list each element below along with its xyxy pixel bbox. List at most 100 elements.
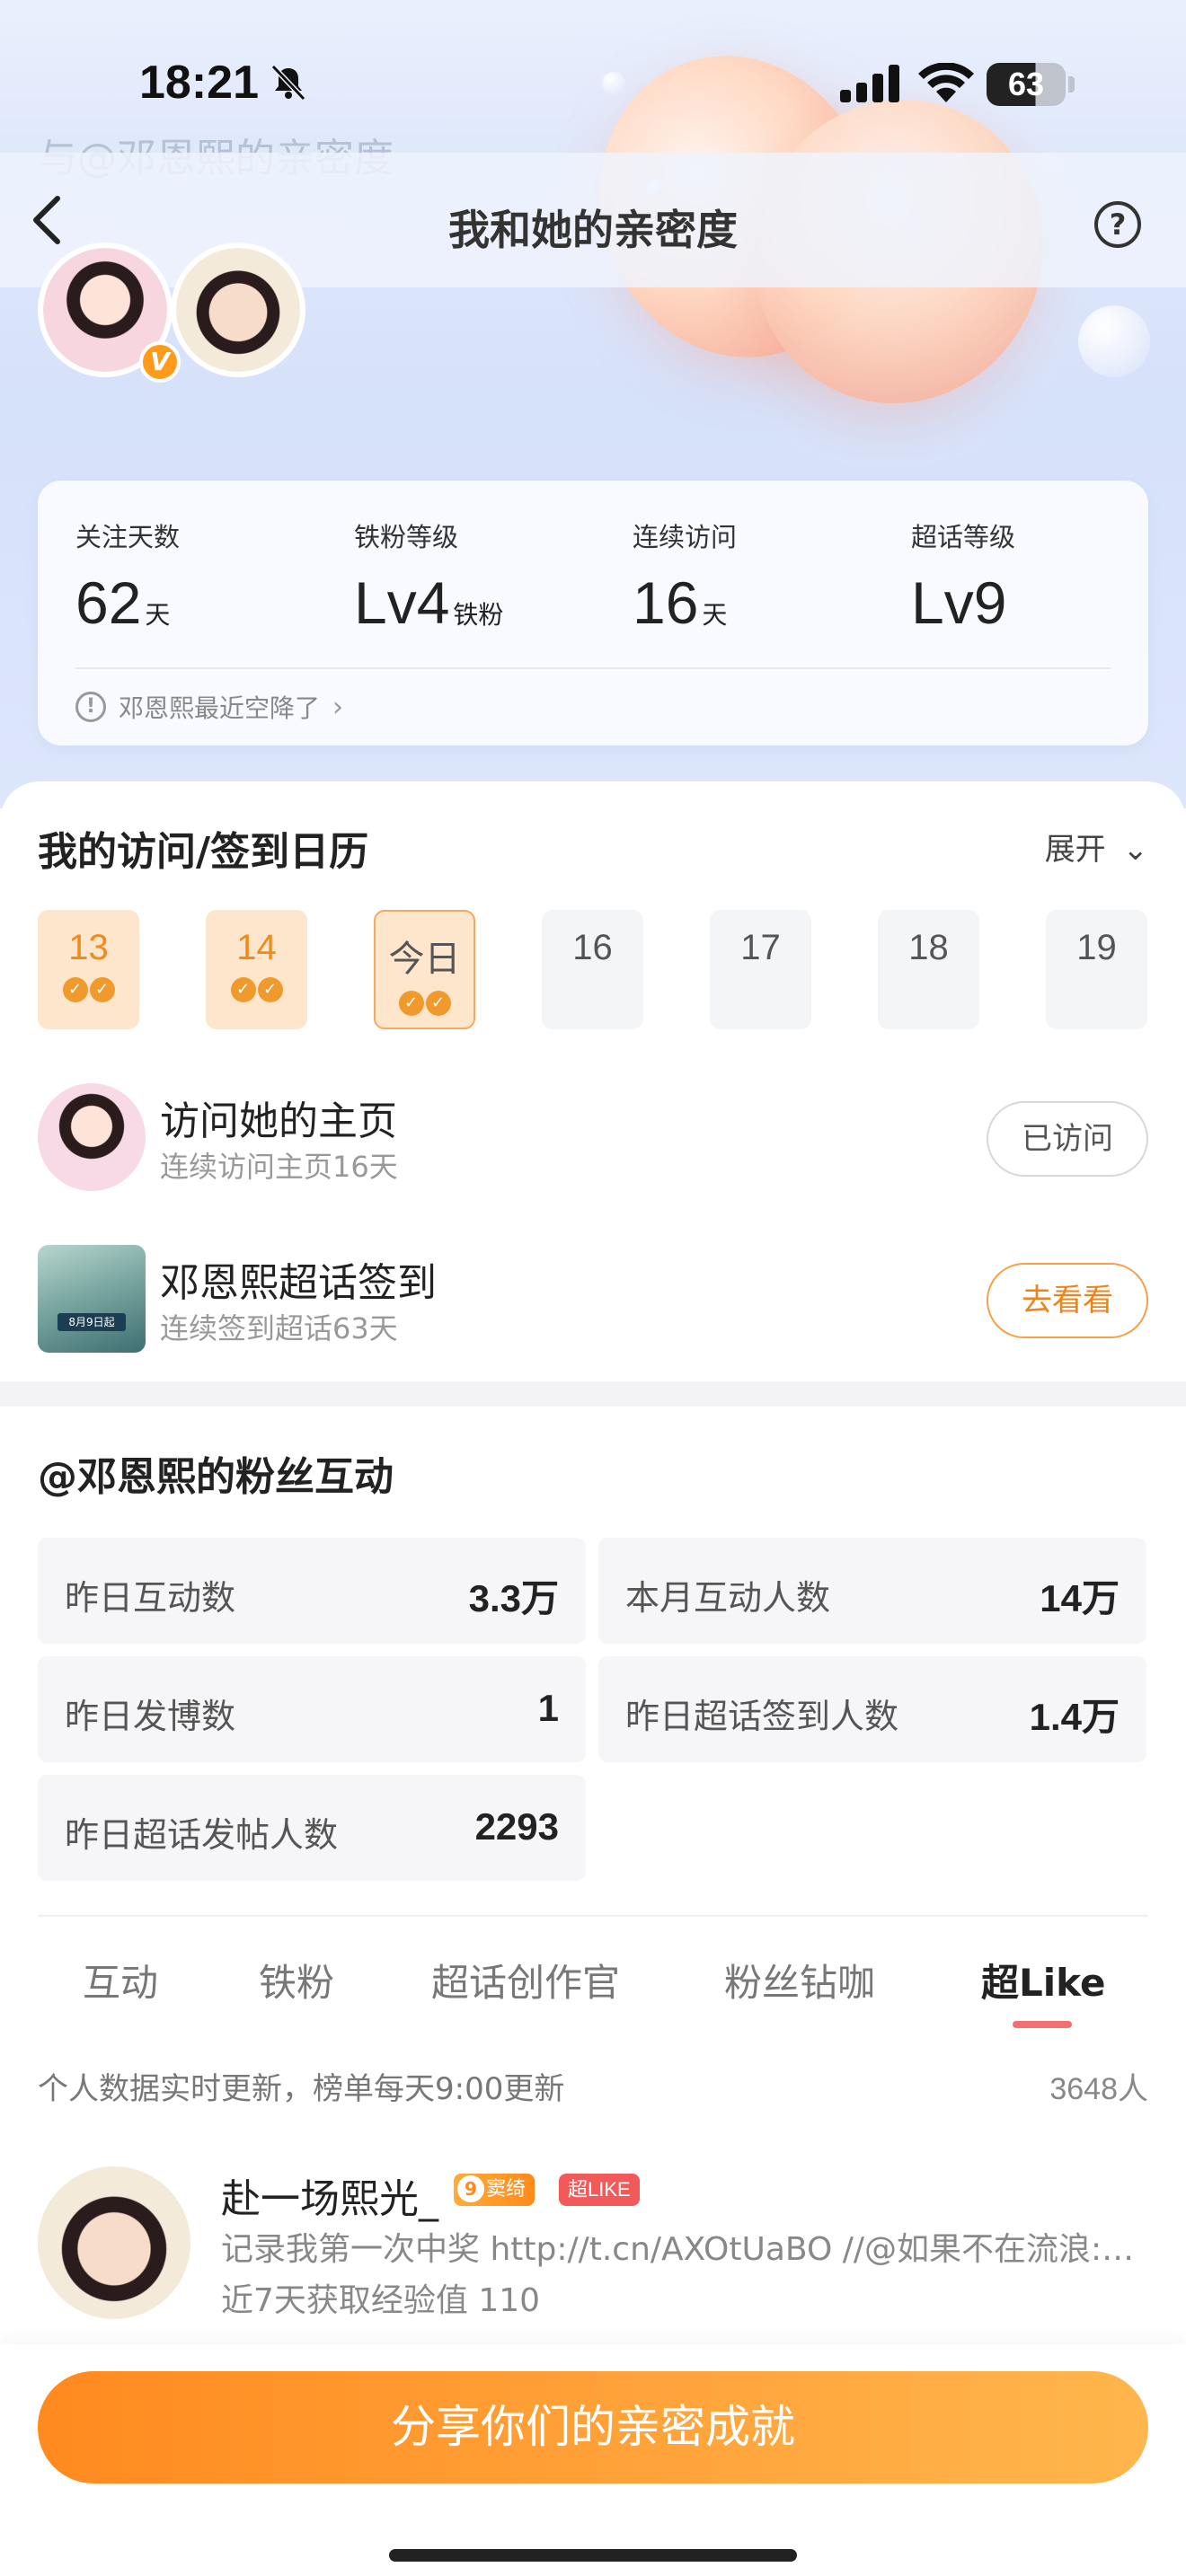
task-subtitle: 连续签到超话63天 (160, 1311, 398, 1345)
metric-yesterday-topic-posters: 昨日超话发帖人数 2293 (38, 1775, 586, 1881)
tab-interaction[interactable]: 互动 (83, 1953, 158, 2007)
interaction-title: @邓恩熙的粉丝互动 (38, 1454, 394, 1500)
stat-label: 关注天数 (75, 522, 181, 552)
nav-bar: 我和她的亲密度 ? (0, 153, 1186, 287)
metric-value: 14万 (1040, 1577, 1120, 1619)
day-label: 16 (572, 928, 613, 967)
task-title: 邓恩熙超话签到 (160, 1260, 437, 1306)
help-icon[interactable]: ? (1094, 201, 1141, 248)
visited-check-icon: ✓ (398, 991, 424, 1016)
ranking-count: 3648人 (1049, 2072, 1148, 2106)
recent-activity-link[interactable]: ! 邓恩熙最近空降了 › (75, 689, 343, 725)
calendar-day[interactable]: 18 (878, 910, 979, 1029)
metric-value: 3.3万 (468, 1577, 559, 1619)
calendar-day-today[interactable]: 今日 ✓ ✓ (374, 910, 475, 1029)
expand-label: 展开 (1044, 832, 1106, 868)
day-label: 今日 (388, 940, 461, 979)
metric-label: 昨日超话签到人数 (625, 1697, 899, 1736)
divider (38, 1915, 1148, 1917)
calendar-day[interactable]: 17 (710, 910, 811, 1029)
metric-yesterday-interactions: 昨日互动数 3.3万 (38, 1538, 586, 1644)
day-label: 14 (236, 928, 277, 967)
stat-value: Lv9 (911, 569, 1007, 636)
tab-topic-creator[interactable]: 超话创作官 (431, 1953, 620, 2007)
stat-unit: 天 (145, 601, 171, 629)
section-separator (0, 1381, 1186, 1407)
metric-label: 昨日超话发帖人数 (65, 1815, 339, 1855)
calendar-day[interactable]: 19 (1046, 910, 1147, 1029)
ranking-note: 个人数据实时更新，榜单每天9:00更新 (38, 2071, 565, 2107)
super-like-badge: 超LIKE (559, 2174, 640, 2206)
stat-label: 超话等级 (911, 522, 1016, 552)
tab-iron-fans[interactable]: 铁粉 (259, 1953, 334, 2007)
fan-message[interactable]: 记录我第一次中奖 http://t.cn/AXOtUaBO //@如果不在流浪:… (221, 2223, 1146, 2270)
go-see-button[interactable]: 去看看 (987, 1263, 1148, 1338)
divider (75, 667, 1111, 669)
visited-check-icon: ✓ (230, 977, 256, 1002)
metric-label: 本月互动人数 (625, 1578, 831, 1618)
info-icon: ! (75, 692, 106, 722)
task-supertopic-checkin: 8月9日起 邓恩熙超话签到 连续签到超话63天 去看看 (38, 1239, 1148, 1356)
level-number: 9 (457, 2175, 484, 2202)
metric-value: 1.4万 (1029, 1696, 1120, 1738)
active-tab-indicator (1013, 2021, 1072, 2028)
task-title: 访问她的主页 (160, 1098, 397, 1144)
metric-yesterday-checkins: 昨日超话签到人数 1.4万 (598, 1656, 1146, 1762)
expand-button[interactable]: 展开 ⌄ (1045, 825, 1148, 869)
metric-label: 昨日互动数 (65, 1578, 236, 1618)
fan-name[interactable]: 赴一场熙光_ (221, 2166, 438, 2224)
day-label: 17 (740, 928, 781, 967)
visited-button[interactable]: 已访问 (987, 1101, 1148, 1177)
stat-follow-days: 关注天数 62 天 (75, 516, 180, 637)
wifi-icon (918, 63, 974, 102)
fan-experience: 近7天获取经验值 110 (221, 2282, 541, 2319)
day-label: 19 (1076, 928, 1117, 967)
recent-activity-text: 邓恩熙最近空降了 (119, 693, 321, 723)
stat-value: Lv4 (354, 569, 450, 636)
silent-bell-icon (270, 65, 306, 101)
battery-level: 63 (987, 63, 1066, 106)
fan-avatar[interactable] (38, 2166, 190, 2319)
metric-yesterday-posts: 昨日发博数 1 (38, 1656, 586, 1762)
metric-value: 2293 (474, 1805, 559, 1848)
calendar-day[interactable]: 13 ✓ ✓ (38, 910, 139, 1029)
cellular-signal-icon (840, 65, 899, 102)
fan-level-badge: 9 窦绮 (454, 2174, 535, 2206)
home-indicator (389, 2549, 797, 2562)
stat-unit: 铁粉 (453, 601, 504, 629)
stat-iron-fan-level: 铁粉等级 Lv4 铁粉 (354, 516, 503, 637)
battery-icon: 63 (987, 63, 1075, 106)
chevron-down-icon: ⌄ (1122, 832, 1149, 868)
status-time: 18:21 (139, 57, 259, 109)
tab-super-like[interactable]: 超Like (981, 1953, 1105, 2007)
page-title: 我和她的亲密度 (448, 206, 738, 254)
intimacy-stats-card: 关注天数 62 天 铁粉等级 Lv4 铁粉 连续访问 16 天 超话等级 Lv9 ! … (38, 481, 1148, 745)
signed-check-icon: ✓ (89, 977, 115, 1002)
stat-value: 62 (75, 569, 142, 636)
level-tag: 窦绮 (486, 2178, 527, 2201)
metric-label: 昨日发博数 (65, 1697, 236, 1736)
metric-value: 1 (537, 1687, 559, 1729)
tab-fan-vip[interactable]: 粉丝钻咖 (724, 1953, 875, 2007)
calendar-day[interactable]: 16 (542, 910, 643, 1029)
thumbnail-caption: 8月9日起 (58, 1313, 126, 1331)
task-subtitle: 连续访问主页16天 (160, 1150, 398, 1184)
day-label: 13 (68, 928, 109, 967)
day-label: 18 (908, 928, 949, 967)
calendar-title: 我的访问/签到日历 (38, 829, 369, 875)
her-avatar[interactable] (171, 243, 305, 377)
stat-label: 铁粉等级 (354, 522, 459, 552)
chevron-right-icon: › (332, 691, 344, 723)
bubble-decoration (1078, 305, 1150, 377)
status-bar: 18:21 63 (0, 0, 1186, 135)
metric-month-interactors: 本月互动人数 14万 (598, 1538, 1146, 1644)
stat-consecutive-visits: 连续访问 16 天 (633, 516, 737, 637)
stat-label: 连续访问 (633, 522, 738, 552)
share-achievement-button[interactable]: 分享你们的亲密成就 (38, 2371, 1148, 2483)
signed-check-icon: ✓ (257, 977, 283, 1002)
task-visit-homepage: 访问她的主页 连续访问主页16天 已访问 (38, 1078, 1148, 1195)
supertopic-thumbnail: 8月9日起 (38, 1245, 146, 1353)
visited-check-icon: ✓ (62, 977, 88, 1002)
calendar-day[interactable]: 14 ✓ ✓ (206, 910, 307, 1029)
stat-value: 16 (633, 569, 699, 636)
